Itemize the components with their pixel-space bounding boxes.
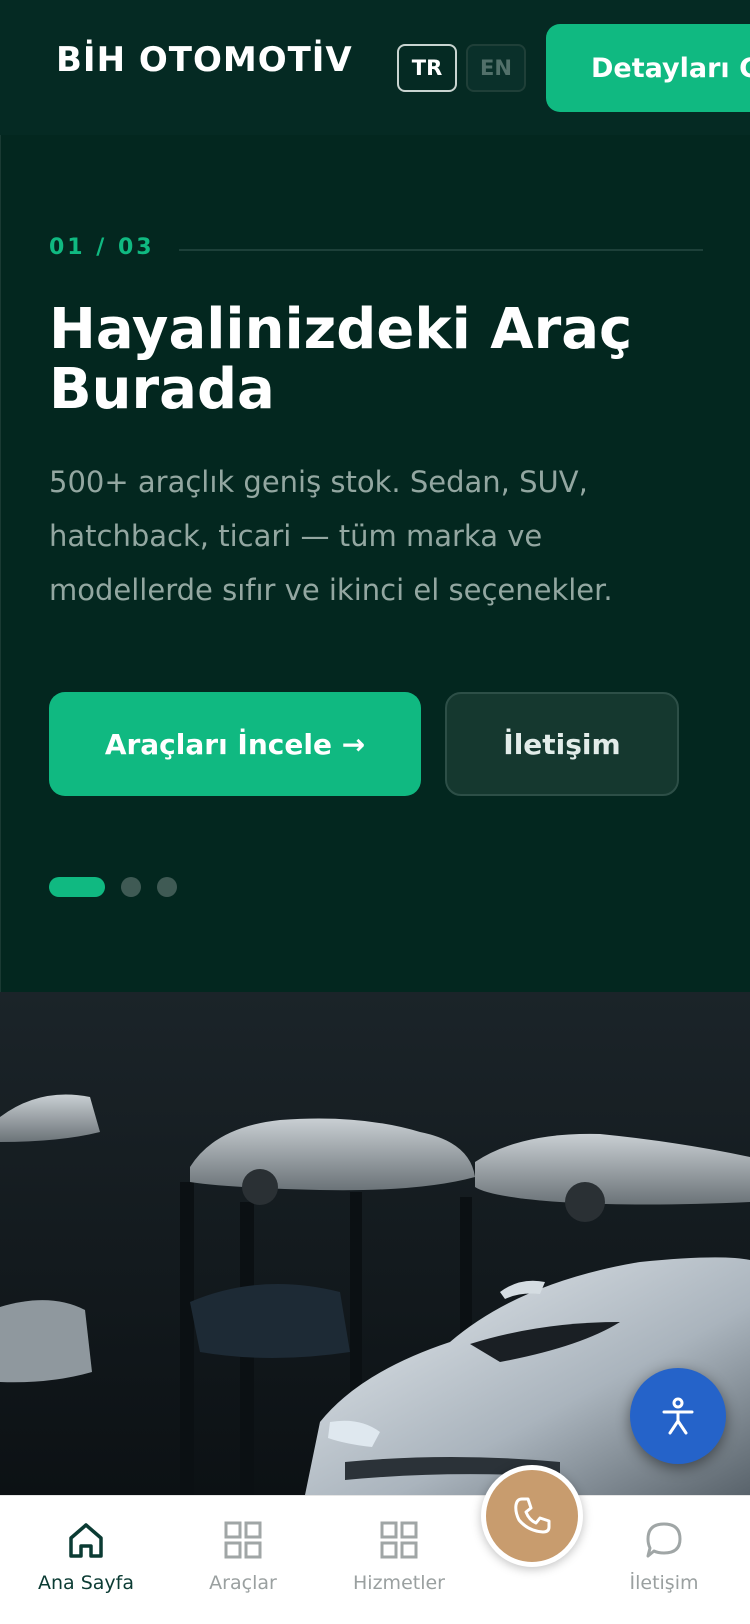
nav-item-services[interactable]: Hizmetler [319, 1496, 479, 1624]
call-button[interactable] [481, 1465, 583, 1567]
slide-dot-1[interactable] [49, 877, 105, 897]
nav-label-home: Ana Sayfa [37, 1572, 134, 1594]
lang-tr-button[interactable]: TR [397, 44, 457, 92]
accessibility-icon [662, 1397, 694, 1435]
nav-label-cars: Araçlar [209, 1572, 277, 1594]
slide-dot-2[interactable] [121, 877, 141, 897]
chat-bubble-icon [646, 1522, 682, 1558]
details-button[interactable]: Detayları G [546, 24, 750, 112]
brand-logo[interactable]: BİH OTOMOTİV [56, 40, 353, 80]
slide-dot-3[interactable] [157, 877, 177, 897]
nav-item-home[interactable]: Ana Sayfa [6, 1496, 166, 1624]
hero-title: Hayalinizdeki Araç Burada [49, 297, 633, 422]
grid-icon [380, 1521, 418, 1559]
nav-label-services: Hizmetler [353, 1572, 445, 1594]
phone-icon [514, 1497, 551, 1534]
top-header: BİH OTOMOTİV TR EN Detayları G [0, 0, 750, 135]
nav-label-contact: İletişim [629, 1572, 699, 1594]
hero-description: 500+ araçlık geniş stok. Sedan, SUV, hat… [49, 465, 613, 607]
lang-en-button[interactable]: EN [466, 44, 526, 92]
home-icon [69, 1523, 103, 1558]
grid-icon [224, 1521, 262, 1559]
counter-divider [179, 249, 703, 251]
nav-item-contact[interactable]: İletişim [584, 1496, 744, 1624]
slide-counter: 01 / 03 [49, 235, 155, 260]
accessibility-button[interactable] [630, 1368, 726, 1464]
hero-slider: 01 / 03 Hayalinizdeki Araç Burada 500+ a… [0, 135, 750, 992]
bottom-navigation: Ana Sayfa Araçlar Hizmetler İletişim [0, 1495, 750, 1624]
nav-item-cars[interactable]: Araçlar [163, 1496, 323, 1624]
contact-button[interactable]: İletişim [445, 692, 679, 796]
browse-cars-button[interactable]: Araçları İncele → [49, 692, 421, 796]
